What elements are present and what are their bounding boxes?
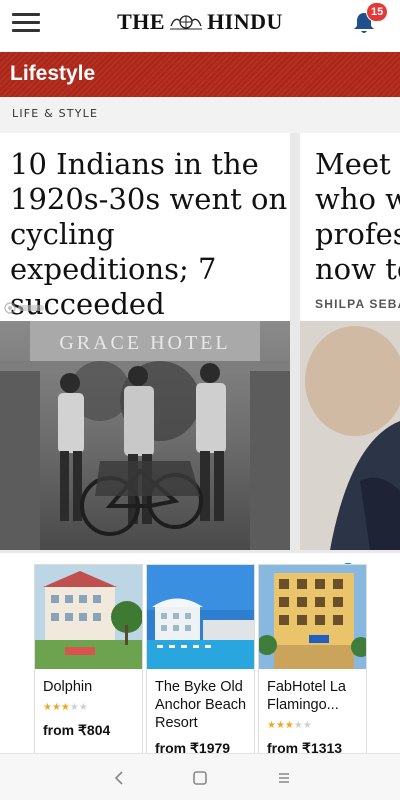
article-byline: SHILPA SEBA — [315, 297, 400, 311]
category-bar: LIFE & STYLE — [0, 97, 400, 133]
hotel-ad-card[interactable]: Dolphin ★★★★★ from ₹804 — [34, 564, 143, 756]
article-photo — [300, 321, 400, 550]
crest-icon — [170, 15, 203, 30]
hotel-name: Dolphin — [43, 679, 93, 695]
hotel-name: FabHotel La Flamingo... — [267, 679, 346, 713]
logo-text-the: THE — [117, 9, 166, 34]
article-headline: 10 Indians in the 1920s-30s went on cycl… — [10, 147, 288, 321]
article-card[interactable]: 10 Indians in the 1920s-30s went on cycl… — [0, 133, 290, 550]
hotel-ad-card[interactable]: The Byke Old Anchor Beach Resort from ₹1… — [146, 564, 255, 756]
hotel-ad-carousel[interactable]: Dolphin ★★★★★ from ₹804 The Byke Old Anc… — [0, 553, 400, 756]
photo-gallery-icon — [4, 302, 44, 314]
photo-sign-text: GRACE HOTEL — [59, 332, 230, 354]
recent-apps-icon[interactable] — [274, 768, 294, 788]
section-title: Lifestyle — [10, 62, 96, 85]
section-header: Lifestyle — [0, 52, 400, 97]
app-header: THE HINDU 15 — [0, 0, 400, 46]
menu-icon[interactable] — [12, 13, 40, 33]
category-label[interactable]: LIFE & STYLE — [12, 107, 98, 120]
logo-text-hindu: HINDU — [207, 9, 283, 34]
hotel-photo — [259, 565, 366, 669]
article-carousel[interactable]: 10 Indians in the 1920s-30s went on cycl… — [0, 133, 400, 553]
the-hindu-logo[interactable]: THE HINDU — [96, 8, 304, 36]
hotel-name: The Byke Old Anchor Beach Resort — [155, 679, 247, 731]
back-icon[interactable] — [110, 768, 130, 788]
article-card[interactable]: Meet R who w profes now te SHILPA SEBA — [300, 133, 400, 550]
home-icon[interactable] — [190, 768, 210, 788]
notification-count-badge: 15 — [366, 2, 389, 22]
system-navigation-bar — [0, 753, 400, 800]
cycling-expedition-photo: GRACE HOTEL — [0, 321, 290, 550]
hotel-photo — [147, 565, 254, 669]
hotel-rating-stars: ★★★★★ — [267, 720, 312, 731]
hotel-ad-card[interactable]: FabHotel La Flamingo... ★★★★★ from ₹1313 — [258, 564, 367, 756]
hotel-rating-stars: ★★★★★ — [43, 702, 88, 713]
hotel-photo — [35, 565, 142, 669]
article-headline: Meet R who w profes now te — [315, 147, 400, 286]
hotel-price: from ₹804 — [43, 722, 111, 738]
